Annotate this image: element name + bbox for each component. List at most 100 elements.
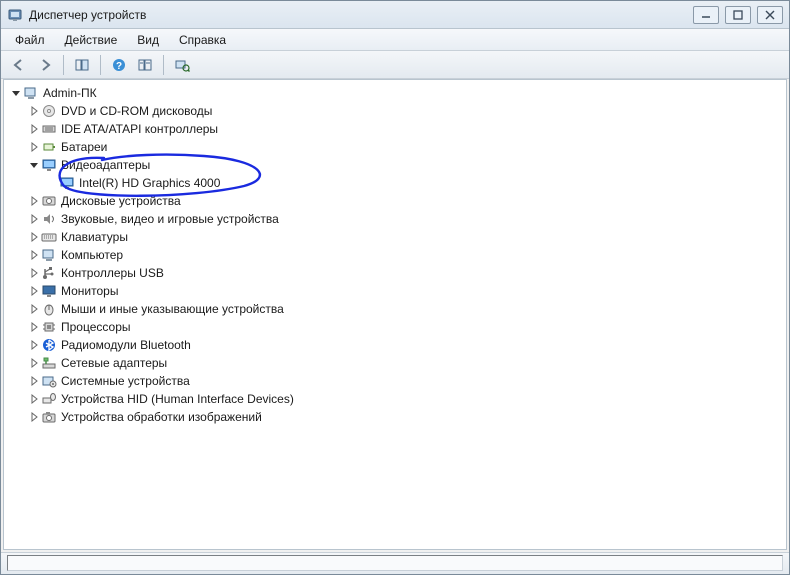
tree-item-root[interactable]: Admin-ПК <box>6 84 784 102</box>
tree-item-label: IDE ATA/ATAPI контроллеры <box>61 122 218 136</box>
tree-item-label: Сетевые адаптеры <box>61 356 167 370</box>
toolbar: ? <box>1 51 789 79</box>
window-controls <box>693 6 783 24</box>
expand-icon[interactable] <box>28 285 40 297</box>
menubar: Файл Действие Вид Справка <box>1 29 789 51</box>
help-button[interactable]: ? <box>107 54 131 76</box>
ide-icon <box>41 121 57 137</box>
tree-item-label: Мониторы <box>61 284 118 298</box>
tree-item-cat-1[interactable]: IDE ATA/ATAPI контроллеры <box>6 120 784 138</box>
disc-icon <box>41 103 57 119</box>
tree-item-label: Системные устройства <box>61 374 190 388</box>
tree-item-label: Дисковые устройства <box>61 194 181 208</box>
collapse-icon[interactable] <box>28 159 40 171</box>
toolbar-separator <box>63 55 64 75</box>
menu-action[interactable]: Действие <box>55 31 128 49</box>
audio-icon <box>41 211 57 227</box>
tree-item-label: Intel(R) HD Graphics 4000 <box>79 176 220 190</box>
tree-item-cat-10[interactable]: Мыши и иные указывающие устройства <box>6 300 784 318</box>
tree-item-label: Мыши и иные указывающие устройства <box>61 302 284 316</box>
collapse-icon[interactable] <box>10 87 22 99</box>
expand-icon[interactable] <box>28 267 40 279</box>
tree-item-cat-9[interactable]: Мониторы <box>6 282 784 300</box>
tree-item-label: Батареи <box>61 140 107 154</box>
tree-item-cat-7[interactable]: Компьютер <box>6 246 784 264</box>
system-icon <box>41 373 57 389</box>
menu-view[interactable]: Вид <box>127 31 169 49</box>
tree-pane[interactable]: Admin-ПК DVD и CD-ROM дисководы IDE ATA/AT… <box>3 79 787 550</box>
tree-item-cat-11[interactable]: Процессоры <box>6 318 784 336</box>
tree-item-label: Устройства HID (Human Interface Devices) <box>61 392 294 406</box>
tree-item-label: Admin-ПК <box>43 86 97 100</box>
tree-item-cat-2[interactable]: Батареи <box>6 138 784 156</box>
properties-button[interactable] <box>133 54 157 76</box>
expand-icon[interactable] <box>28 375 40 387</box>
tree-item-label: Радиомодули Bluetooth <box>61 338 191 352</box>
tree-item-cat-16[interactable]: Устройства обработки изображений <box>6 408 784 426</box>
tree-item-cat-3-child-0[interactable]: Intel(R) HD Graphics 4000 <box>6 174 784 192</box>
forward-button[interactable] <box>33 54 57 76</box>
usb-icon <box>41 265 57 281</box>
expand-icon[interactable] <box>28 321 40 333</box>
tree-item-label: Контроллеры USB <box>61 266 164 280</box>
network-icon <box>41 355 57 371</box>
maximize-button[interactable] <box>725 6 751 24</box>
cpu-icon <box>41 319 57 335</box>
expand-icon[interactable] <box>28 249 40 261</box>
window-title: Диспетчер устройств <box>29 8 693 22</box>
svg-text:?: ? <box>116 61 122 72</box>
menu-help[interactable]: Справка <box>169 31 236 49</box>
app-icon <box>7 7 23 23</box>
tree-item-cat-12[interactable]: Радиомодули Bluetooth <box>6 336 784 354</box>
toolbar-separator <box>100 55 101 75</box>
tree-item-cat-3[interactable]: Видеоадаптеры <box>6 156 784 174</box>
expand-icon[interactable] <box>28 339 40 351</box>
tree-item-label: Видеоадаптеры <box>61 158 150 172</box>
tree-item-cat-5[interactable]: Звуковые, видео и игровые устройства <box>6 210 784 228</box>
tree-item-cat-14[interactable]: Системные устройства <box>6 372 784 390</box>
expand-icon[interactable] <box>28 393 40 405</box>
expand-icon <box>46 177 58 189</box>
bluetooth-icon <box>41 337 57 353</box>
mouse-icon <box>41 301 57 317</box>
expand-icon[interactable] <box>28 141 40 153</box>
tree-item-label: Клавиатуры <box>61 230 128 244</box>
show-hide-tree-button[interactable] <box>70 54 94 76</box>
keyboard-icon <box>41 229 57 245</box>
back-button[interactable] <box>7 54 31 76</box>
tree-item-cat-6[interactable]: Клавиатуры <box>6 228 784 246</box>
display-icon <box>41 157 57 173</box>
display-icon <box>59 175 75 191</box>
expand-icon[interactable] <box>28 231 40 243</box>
tree-item-cat-0[interactable]: DVD и CD-ROM дисководы <box>6 102 784 120</box>
expand-icon[interactable] <box>28 195 40 207</box>
tree-item-cat-15[interactable]: Устройства HID (Human Interface Devices) <box>6 390 784 408</box>
tree-item-cat-13[interactable]: Сетевые адаптеры <box>6 354 784 372</box>
scan-hardware-button[interactable] <box>170 54 194 76</box>
expand-icon[interactable] <box>28 411 40 423</box>
minimize-button[interactable] <box>693 6 719 24</box>
toolbar-separator <box>163 55 164 75</box>
statusbar-pane <box>7 555 783 571</box>
tree-item-cat-8[interactable]: Контроллеры USB <box>6 264 784 282</box>
device-manager-window: Диспетчер устройств Файл Действие Вид Сп… <box>0 0 790 575</box>
computer-root-icon <box>23 85 39 101</box>
titlebar[interactable]: Диспетчер устройств <box>1 1 789 29</box>
expand-icon[interactable] <box>28 303 40 315</box>
tree-item-label: Компьютер <box>61 248 123 262</box>
tree-item-label: Устройства обработки изображений <box>61 410 262 424</box>
monitor-icon <box>41 283 57 299</box>
expand-icon[interactable] <box>28 105 40 117</box>
computer-icon <box>41 247 57 263</box>
tree-item-label: DVD и CD-ROM дисководы <box>61 104 212 118</box>
expand-icon[interactable] <box>28 213 40 225</box>
menu-file[interactable]: Файл <box>5 31 55 49</box>
expand-icon[interactable] <box>28 123 40 135</box>
close-button[interactable] <box>757 6 783 24</box>
hid-icon <box>41 391 57 407</box>
expand-icon[interactable] <box>28 357 40 369</box>
hdd-icon <box>41 193 57 209</box>
tree-item-label: Звуковые, видео и игровые устройства <box>61 212 279 226</box>
tree-item-cat-4[interactable]: Дисковые устройства <box>6 192 784 210</box>
battery-icon <box>41 139 57 155</box>
